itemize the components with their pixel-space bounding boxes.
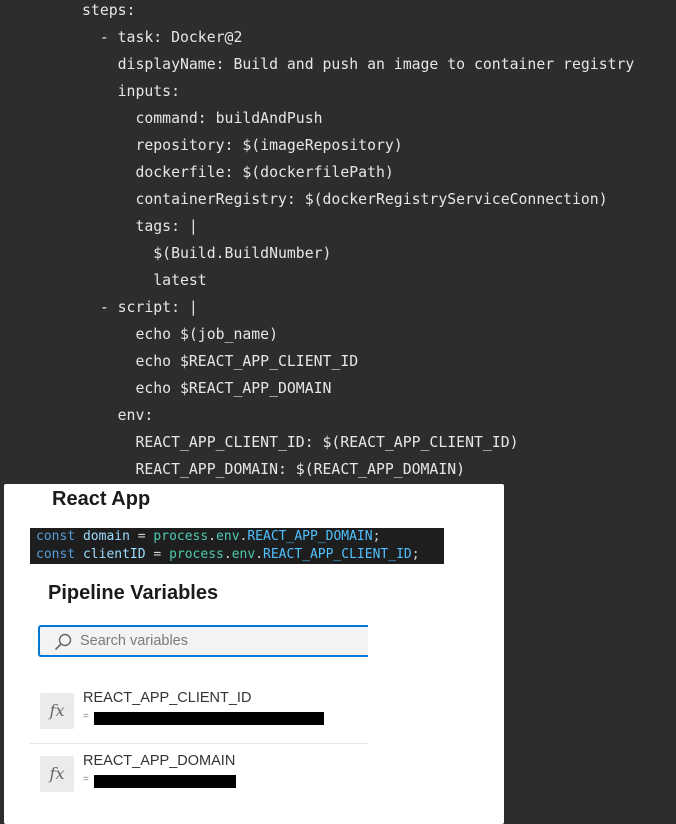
yaml-line: env: [82, 407, 154, 424]
fx-icon: fx [40, 756, 74, 792]
code-line-domain: const domain = process.env.REACT_APP_DOM… [36, 529, 381, 544]
yaml-line: repository: $(imageRepository) [82, 137, 403, 154]
yaml-line: echo $REACT_APP_DOMAIN [82, 380, 332, 397]
variable-value-prefix: = [83, 774, 89, 785]
search-placeholder: Search variables [80, 633, 188, 649]
yaml-line: echo $REACT_APP_CLIENT_ID [82, 353, 359, 370]
yaml-line: echo $(job_name) [82, 326, 278, 343]
redacted-value [94, 712, 324, 725]
pipeline-variables-heading: Pipeline Variables [48, 582, 219, 604]
yaml-line: $(Build.BuildNumber) [82, 245, 332, 262]
react-code-snippet: const domain = process.env.REACT_APP_DOM… [30, 528, 444, 564]
search-variables-input[interactable]: Search variables [38, 625, 368, 657]
fx-icon: fx [40, 693, 74, 729]
yaml-line: steps: [82, 2, 136, 19]
code-line-client-id: const clientID = process.env.REACT_APP_C… [36, 547, 420, 562]
yaml-line: displayName: Build and push an image to … [82, 56, 635, 73]
variable-name: REACT_APP_CLIENT_ID [83, 690, 252, 706]
yaml-line: REACT_APP_CLIENT_ID: $(REACT_APP_CLIENT_… [82, 434, 519, 451]
search-icon [55, 633, 72, 650]
row-divider [30, 743, 368, 744]
variable-value-prefix: = [83, 711, 89, 722]
yaml-line: tags: | [82, 218, 198, 235]
react-app-panel: React App const domain = process.env.REA… [4, 484, 504, 824]
yaml-line: - script: | [82, 299, 198, 316]
variable-name: REACT_APP_DOMAIN [83, 753, 236, 769]
variable-row[interactable]: fx REACT_APP_CLIENT_ID = [30, 685, 368, 745]
yaml-line: inputs: [82, 83, 180, 100]
variable-row[interactable]: fx REACT_APP_DOMAIN = [30, 748, 368, 808]
yaml-line: command: buildAndPush [82, 110, 323, 127]
yaml-line: containerRegistry: $(dockerRegistryServi… [82, 191, 608, 208]
yaml-line: latest [82, 272, 207, 289]
redacted-value [94, 775, 236, 788]
yaml-line: REACT_APP_DOMAIN: $(REACT_APP_DOMAIN) [82, 461, 466, 478]
yaml-line: - task: Docker@2 [82, 29, 243, 46]
yaml-line: dockerfile: $(dockerfilePath) [82, 164, 394, 181]
react-app-heading: React App [52, 488, 151, 510]
